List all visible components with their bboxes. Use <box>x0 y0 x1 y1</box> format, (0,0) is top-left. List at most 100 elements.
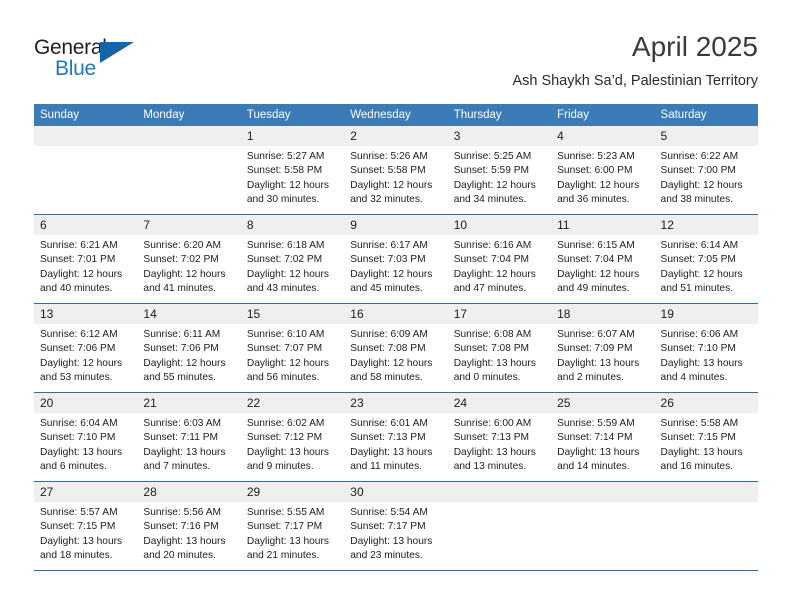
calendar-header-row: Sunday Monday Tuesday Wednesday Thursday Frid… <box>34 104 758 126</box>
day-info-line: Sunrise: 5:55 AM <box>246 507 325 518</box>
calendar-day-cell[interactable]: 30 Sunrise: 5:54 AM Sunset: 7:17 PM Dayligh… <box>344 481 448 571</box>
calendar-day-cell[interactable]: 6 Sunrise: 6:21 AM Sunset: 7:01 PM Daylight… <box>34 214 138 304</box>
calendar-week-row: 6 Sunrise: 6:21 AM Sunset: 7:01 PM Daylight… <box>34 214 758 304</box>
calendar-day-cell[interactable]: 25 Sunrise: 5:59 AM Sunset: 7:14 PM Dayligh… <box>551 392 655 482</box>
day-info-line: Daylight: 12 hours <box>557 268 640 280</box>
day-info-line: Sunset: 5:58 PM <box>350 165 426 177</box>
day-info-line: Sunrise: 6:09 AM <box>350 329 428 340</box>
day-info-line: Daylight: 13 hours <box>143 446 226 458</box>
day-info-line: Daylight: 12 hours <box>453 179 536 191</box>
day-info-line: Sunset: 7:07 PM <box>246 343 323 355</box>
day-info-line: Daylight: 13 hours <box>143 535 226 547</box>
calendar-day-cell[interactable]: 18 Sunrise: 6:07 AM Sunset: 7:09 PM Dayligh… <box>551 303 655 393</box>
calendar-day-cell[interactable]: 2 Sunrise: 5:26 AM Sunset: 5:58 PM Daylight… <box>344 126 448 215</box>
calendar-day-cell[interactable]: 26 Sunrise: 5:58 AM Sunset: 7:15 PM Dayligh… <box>654 392 758 482</box>
day-sun-info: Sunrise: 5:58 AM Sunset: 7:15 PM Daylight:… <box>655 413 758 475</box>
day-info-line: Daylight: 13 hours <box>660 446 743 458</box>
day-number <box>551 482 655 502</box>
calendar-day-cell[interactable]: 22 Sunrise: 6:02 AM Sunset: 7:12 PM Dayligh… <box>240 392 345 482</box>
day-number: 20 <box>34 393 138 413</box>
day-number: 29 <box>240 482 345 502</box>
day-info-line: and 45 minutes. <box>350 283 423 295</box>
calendar-day-cell[interactable]: 28 Sunrise: 5:56 AM Sunset: 7:16 PM Dayligh… <box>137 481 241 571</box>
calendar-day-cell[interactable]: 15 Sunrise: 6:10 AM Sunset: 7:07 PM Dayligh… <box>240 303 345 393</box>
day-info-line: Sunset: 7:04 PM <box>453 254 530 266</box>
calendar-day-cell[interactable]: 12 Sunrise: 6:14 AM Sunset: 7:05 PM Dayligh… <box>654 214 758 304</box>
day-sun-info <box>551 502 654 506</box>
calendar-day-cell[interactable]: 7 Sunrise: 6:20 AM Sunset: 7:02 PM Daylight… <box>137 214 241 304</box>
day-info-line: and 53 minutes. <box>40 372 113 384</box>
calendar-day-cell[interactable]: 4 Sunrise: 5:23 AM Sunset: 6:00 PM Daylight… <box>551 126 655 215</box>
day-info-line: Sunrise: 5:27 AM <box>246 151 325 162</box>
calendar-day-cell[interactable]: 27 Sunrise: 5:57 AM Sunset: 7:15 PM Dayligh… <box>34 481 138 571</box>
calendar-day-cell[interactable]: 10 Sunrise: 6:16 AM Sunset: 7:04 PM Dayligh… <box>447 214 552 304</box>
calendar-day-cell[interactable]: 3 Sunrise: 5:25 AM Sunset: 5:59 PM Daylight… <box>447 126 552 215</box>
day-number: 30 <box>344 482 448 502</box>
day-info-line: Sunset: 7:00 PM <box>660 165 736 177</box>
day-info-line: and 11 minutes. <box>350 461 423 473</box>
day-sun-info: Sunrise: 6:20 AM Sunset: 7:02 PM Daylight:… <box>137 235 240 297</box>
day-info-line: Sunrise: 6:18 AM <box>246 240 325 251</box>
day-info-line: Sunrise: 6:01 AM <box>350 418 428 429</box>
day-sun-info: Sunrise: 6:01 AM Sunset: 7:13 PM Daylight:… <box>344 413 447 475</box>
day-number: 6 <box>34 215 138 235</box>
day-info-line: Sunset: 5:59 PM <box>453 165 530 177</box>
calendar-day-cell[interactable]: 9 Sunrise: 6:17 AM Sunset: 7:03 PM Daylight… <box>344 214 448 304</box>
calendar-day-cell[interactable]: 20 Sunrise: 6:04 AM Sunset: 7:10 PM Dayligh… <box>34 392 138 482</box>
calendar-day-cell[interactable]: 11 Sunrise: 6:15 AM Sunset: 7:04 PM Dayligh… <box>551 214 655 304</box>
day-info-line: Daylight: 12 hours <box>246 179 329 191</box>
day-info-line: Daylight: 12 hours <box>350 179 433 191</box>
day-sun-info: Sunrise: 6:06 AM Sunset: 7:10 PM Daylight:… <box>655 324 758 386</box>
day-sun-info <box>448 502 551 506</box>
day-sun-info: Sunrise: 6:18 AM Sunset: 7:02 PM Daylight:… <box>241 235 344 297</box>
calendar-day-cell-empty <box>34 126 138 215</box>
calendar-day-cell[interactable]: 29 Sunrise: 5:55 AM Sunset: 7:17 PM Dayligh… <box>240 481 345 571</box>
day-info-line: Sunrise: 5:26 AM <box>350 151 428 162</box>
title-block: April 2025 Ash Shaykh Sa’d, Palestinian … <box>512 30 758 90</box>
day-info-line: and 14 minutes. <box>557 461 630 473</box>
calendar-day-cell-empty <box>447 481 552 571</box>
day-number: 25 <box>551 393 655 413</box>
calendar-day-cell[interactable]: 21 Sunrise: 6:03 AM Sunset: 7:11 PM Dayligh… <box>137 392 241 482</box>
calendar-day-cell[interactable]: 14 Sunrise: 6:11 AM Sunset: 7:06 PM Dayligh… <box>137 303 241 393</box>
day-info-line: and 55 minutes. <box>143 372 216 384</box>
day-info-line: Sunset: 7:12 PM <box>246 432 323 444</box>
day-sun-info: Sunrise: 5:25 AM Sunset: 5:59 PM Daylight:… <box>448 146 551 208</box>
day-info-line: and 23 minutes. <box>350 550 423 562</box>
weekday-header-monday: Monday <box>137 104 241 126</box>
calendar-day-cell-empty <box>137 126 241 215</box>
day-sun-info: Sunrise: 6:21 AM Sunset: 7:01 PM Daylight:… <box>34 235 137 297</box>
day-info-line: and 36 minutes. <box>557 194 630 206</box>
calendar-day-cell[interactable]: 8 Sunrise: 6:18 AM Sunset: 7:02 PM Daylight… <box>240 214 345 304</box>
day-info-line: Sunrise: 6:20 AM <box>143 240 222 251</box>
day-info-line: and 4 minutes. <box>660 372 728 384</box>
day-number: 17 <box>447 304 552 324</box>
day-info-line: and 41 minutes. <box>143 283 216 295</box>
day-sun-info: Sunrise: 6:17 AM Sunset: 7:03 PM Daylight:… <box>344 235 447 297</box>
day-number: 24 <box>447 393 552 413</box>
calendar-day-cell[interactable]: 23 Sunrise: 6:01 AM Sunset: 7:13 PM Dayligh… <box>344 392 448 482</box>
day-info-line: Sunset: 7:13 PM <box>350 432 426 444</box>
calendar-day-cell[interactable]: 16 Sunrise: 6:09 AM Sunset: 7:08 PM Dayligh… <box>344 303 448 393</box>
calendar-day-cell[interactable]: 19 Sunrise: 6:06 AM Sunset: 7:10 PM Dayligh… <box>654 303 758 393</box>
sunrise-sunset-calendar: Sunday Monday Tuesday Wednesday Thursday Frid… <box>34 104 758 571</box>
day-info-line: Daylight: 12 hours <box>350 268 433 280</box>
calendar-day-cell[interactable]: 24 Sunrise: 6:00 AM Sunset: 7:13 PM Dayligh… <box>447 392 552 482</box>
calendar-page: General Blue April 2025 Ash Shaykh Sa’d,… <box>0 0 792 612</box>
day-info-line: Sunrise: 6:08 AM <box>453 329 532 340</box>
day-number: 11 <box>551 215 655 235</box>
calendar-day-cell[interactable]: 5 Sunrise: 6:22 AM Sunset: 7:00 PM Daylight… <box>654 126 758 215</box>
calendar-day-cell[interactable]: 13 Sunrise: 6:12 AM Sunset: 7:06 PM Dayligh… <box>34 303 138 393</box>
day-info-line: Sunset: 7:09 PM <box>557 343 633 355</box>
location-subtitle: Ash Shaykh Sa’d, Palestinian Territory <box>512 73 758 89</box>
day-info-line: Sunset: 7:13 PM <box>453 432 530 444</box>
calendar-day-cell[interactable]: 17 Sunrise: 6:08 AM Sunset: 7:08 PM Dayligh… <box>447 303 552 393</box>
day-sun-info: Sunrise: 6:14 AM Sunset: 7:05 PM Daylight:… <box>655 235 758 297</box>
weekday-header-sunday: Sunday <box>34 104 138 126</box>
day-info-line: Daylight: 13 hours <box>453 446 536 458</box>
calendar-day-cell[interactable]: 1 Sunrise: 5:27 AM Sunset: 5:58 PM Daylight… <box>240 126 345 215</box>
day-info-line: Sunrise: 6:14 AM <box>660 240 739 251</box>
calendar-day-cell-empty <box>551 481 655 571</box>
day-sun-info: Sunrise: 6:00 AM Sunset: 7:13 PM Daylight:… <box>448 413 551 475</box>
day-number: 4 <box>551 126 655 146</box>
